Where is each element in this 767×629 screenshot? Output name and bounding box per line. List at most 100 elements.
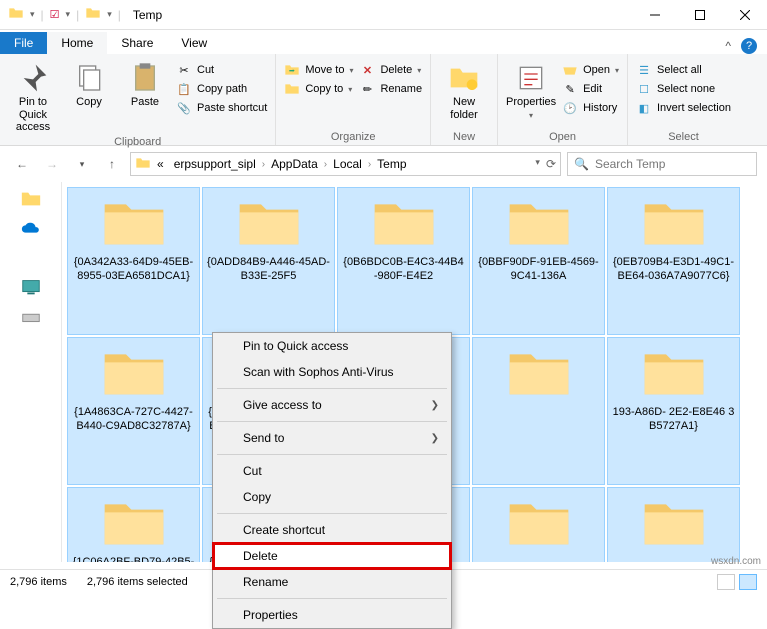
qat-check-icon[interactable]: ☑	[50, 8, 60, 21]
addr-dropdown-icon[interactable]: ▾	[535, 157, 540, 171]
folder-icon	[85, 5, 101, 24]
file-item[interactable]	[472, 337, 605, 485]
ctx-send-to[interactable]: Send to❯	[213, 425, 451, 451]
open-button[interactable]: Open▾	[562, 62, 619, 78]
file-item[interactable]	[607, 487, 740, 562]
open-icon	[562, 62, 578, 78]
ctx-separator	[217, 598, 447, 599]
ribbon-collapse-icon[interactable]: ^	[725, 39, 731, 53]
copy-path-icon: 📋	[176, 81, 192, 97]
nav-back-button[interactable]: ←	[10, 152, 34, 176]
chevron-down-icon: ▾	[348, 85, 352, 94]
select-all-button[interactable]: ☰Select all	[636, 62, 731, 78]
breadcrumb[interactable]: erpsupport_sipl	[170, 157, 260, 171]
chevron-down-icon: ▾	[615, 66, 619, 75]
copy-to-button[interactable]: Copy to▾	[284, 81, 353, 97]
breadcrumb[interactable]: AppData	[267, 157, 322, 171]
qat-down-icon[interactable]: ▾	[30, 9, 35, 20]
group-label-new: New	[453, 129, 475, 143]
search-box[interactable]: 🔍 Search Temp	[567, 152, 757, 176]
file-item[interactable]	[472, 487, 605, 562]
moveto-icon	[284, 62, 300, 78]
file-name: {0ADD84B9-A446-45AD-B33E-25F5	[207, 256, 330, 284]
ctx-create-shortcut[interactable]: Create shortcut	[213, 517, 451, 543]
view-details-button[interactable]	[717, 574, 735, 590]
new-folder-icon	[448, 62, 480, 94]
breadcrumb-prefix[interactable]: «	[153, 157, 168, 171]
properties-icon	[515, 62, 547, 94]
qat-overflow-icon[interactable]: ▾	[107, 9, 112, 20]
copy-button[interactable]: Copy	[64, 58, 114, 109]
tab-share[interactable]: Share	[107, 32, 167, 54]
file-item[interactable]: {1A4863CA-727C-4427-B440-C9AD8C32787A}	[67, 337, 200, 485]
close-button[interactable]	[722, 0, 767, 30]
maximize-button[interactable]	[677, 0, 722, 30]
file-item[interactable]: {0B6BDC0B-E4C3-44B4-980F-E4E2	[337, 187, 470, 335]
paste-button[interactable]: Paste	[120, 58, 170, 109]
ctx-give-access[interactable]: Give access to❯	[213, 392, 451, 418]
view-icons-button[interactable]	[739, 574, 757, 590]
pin-quick-access-button[interactable]: Pin to Quick access	[8, 58, 58, 134]
edit-button[interactable]: ✎Edit	[562, 81, 619, 97]
sidebar-drive-icon[interactable]	[20, 306, 42, 328]
move-to-button[interactable]: Move to▾	[284, 62, 353, 78]
refresh-icon[interactable]: ⟳	[546, 157, 556, 171]
breadcrumb[interactable]: Local	[329, 157, 366, 171]
sidebar-thispc-icon[interactable]	[20, 276, 42, 298]
paste-shortcut-button[interactable]: 📎Paste shortcut	[176, 100, 267, 116]
ctx-delete[interactable]: Delete	[213, 543, 451, 569]
ctx-copy[interactable]: Copy	[213, 484, 451, 510]
qat-separator-2: |	[76, 8, 79, 22]
invert-selection-button[interactable]: ◧Invert selection	[636, 100, 731, 116]
file-item[interactable]: {0ADD84B9-A446-45AD-B33E-25F5	[202, 187, 335, 335]
nav-pane[interactable]	[0, 182, 62, 562]
address-bar[interactable]: « erpsupport_sipl› AppData› Local› Temp …	[130, 152, 561, 176]
ctx-properties[interactable]: Properties	[213, 602, 451, 628]
sidebar-folder-icon[interactable]	[20, 188, 42, 210]
help-icon[interactable]: ?	[741, 38, 757, 54]
history-button[interactable]: 🕑History	[562, 100, 619, 116]
file-item[interactable]: {0EB709B4-E3D1-49C1-BE64-036A7A9077C6}	[607, 187, 740, 335]
ctx-sophos-scan[interactable]: Scan with Sophos Anti-Virus	[213, 359, 451, 385]
file-item[interactable]: {0BBF90DF-91EB-4569-9C41-136A	[472, 187, 605, 335]
breadcrumb[interactable]: Temp	[373, 157, 410, 171]
file-item[interactable]: {1C06A2BF-BD79-42B5-A90D-79D0DB3B9EAF}	[67, 487, 200, 562]
cut-button[interactable]: ✂Cut	[176, 62, 267, 78]
select-none-button[interactable]: ☐Select none	[636, 81, 731, 97]
copy-path-button[interactable]: 📋Copy path	[176, 81, 267, 97]
chevron-down-icon: ▾	[349, 66, 353, 75]
ctx-separator	[217, 513, 447, 514]
paste-icon	[129, 62, 161, 94]
nav-up-button[interactable]: ↑	[100, 152, 124, 176]
tab-file[interactable]: File	[0, 32, 47, 54]
minimize-button[interactable]	[632, 0, 677, 30]
folder-glyph-icon	[8, 5, 24, 24]
chevron-right-icon: ❯	[431, 433, 439, 444]
chevron-right-icon: ›	[368, 159, 371, 170]
chevron-down-icon: ▾	[529, 111, 533, 120]
qat-separator: |	[41, 8, 44, 22]
chevron-right-icon: ›	[262, 159, 265, 170]
tab-view[interactable]: View	[167, 32, 221, 54]
file-item[interactable]: {0A342A33-64D9-45EB-8955-03EA6581DCA1}	[67, 187, 200, 335]
sidebar-onedrive-icon[interactable]	[20, 218, 42, 240]
qat-down-icon-2[interactable]: ▾	[66, 9, 71, 20]
ctx-pin-quick-access[interactable]: Pin to Quick access	[213, 333, 451, 359]
folder-icon	[135, 155, 151, 174]
nav-forward-button[interactable]: →	[40, 152, 64, 176]
search-icon: 🔍	[574, 157, 589, 171]
ctx-rename[interactable]: Rename	[213, 569, 451, 595]
properties-button[interactable]: Properties ▾	[506, 58, 556, 120]
ctx-cut[interactable]: Cut	[213, 458, 451, 484]
delete-button[interactable]: ✕Delete▾	[359, 62, 422, 78]
search-placeholder: Search Temp	[595, 157, 665, 171]
file-name: {0EB709B4-E3D1-49C1-BE64-036A7A9077C6}	[612, 256, 735, 284]
group-label-open: Open	[549, 129, 576, 143]
chevron-right-icon: ›	[324, 159, 327, 170]
group-label-select: Select	[668, 129, 699, 143]
tab-home[interactable]: Home	[47, 32, 107, 54]
rename-button[interactable]: ✏Rename	[359, 81, 422, 97]
nav-recent-button[interactable]: ▾	[70, 152, 94, 176]
file-item[interactable]: 193-A86D- 2E2-E8E46 3B5727A1}	[607, 337, 740, 485]
new-folder-button[interactable]: New folder	[439, 58, 489, 121]
